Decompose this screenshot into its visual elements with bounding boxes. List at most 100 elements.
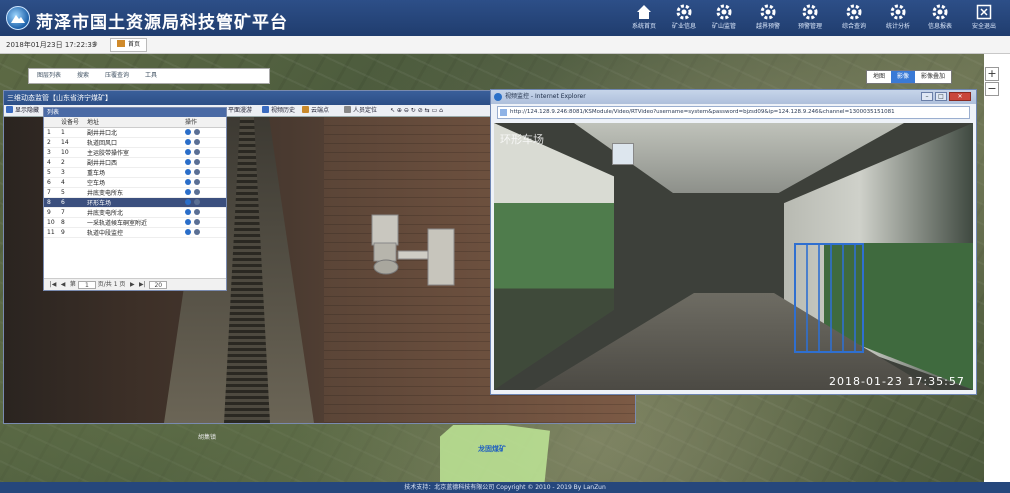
locate-icon[interactable] [194, 198, 200, 205]
last-page-icon[interactable]: ▶| [137, 279, 147, 290]
table-row[interactable]: 4 2 副井井口西 [44, 157, 226, 168]
table-row[interactable]: 1 1 副井井口北 [44, 127, 226, 138]
map-tool-tools[interactable]: 工具 [137, 69, 165, 83]
nav-boundary-alert-label: 越界预警 [755, 23, 780, 30]
play-video-icon[interactable] [185, 158, 191, 165]
play-video-icon[interactable] [185, 148, 191, 155]
nav-mine-supervision[interactable]: 矿山监管 [704, 2, 744, 34]
map-place-label: 胡集镇 [198, 434, 217, 441]
map-type-overlay[interactable]: 影像叠加 [915, 71, 951, 83]
table-row[interactable]: 5 3 重车场 [44, 167, 226, 178]
col-device-id[interactable]: 设备号 [58, 117, 84, 128]
close-button[interactable]: ✕ [949, 92, 971, 101]
map-type-satellite[interactable]: 影像 [891, 71, 916, 83]
col-address[interactable]: 地址 [84, 117, 182, 128]
pagination: |◀ ◀ 第 1 页/共 1 页 ▶ ▶| 20 [44, 278, 226, 290]
nav-query[interactable]: 综合查询 [834, 2, 874, 34]
ie-title-bar[interactable]: 视频监控 - Internet Explorer – □ ✕ [491, 90, 976, 104]
locate-icon[interactable] [194, 208, 200, 215]
page-input[interactable]: 1 [77, 281, 96, 289]
page-total: 页/共 1 页 [97, 281, 126, 288]
page-size-select[interactable]: 20 [149, 281, 168, 289]
first-page-icon[interactable]: |◀ [48, 279, 58, 290]
locate-icon[interactable] [194, 148, 200, 155]
mine-boundary-area[interactable] [440, 425, 550, 483]
play-video-icon[interactable] [185, 168, 191, 175]
play-video-icon[interactable] [185, 138, 191, 145]
tool-personnel[interactable]: 人员定位 [344, 106, 377, 116]
table-row[interactable]: 2 14 轨道回风口 [44, 137, 226, 148]
nav-logout[interactable]: 安全退出 [964, 2, 1004, 34]
map-tool-overlay-query[interactable]: 压覆查询 [97, 69, 137, 83]
locate-icon[interactable] [194, 178, 200, 185]
wall-sign [612, 143, 634, 165]
next-page-icon[interactable]: ▶ [127, 279, 137, 290]
close-tabs-icon[interactable]: ⊗ [92, 40, 98, 48]
camera-model-icon[interactable] [364, 207, 474, 307]
zoom-in-button[interactable]: + [985, 67, 999, 81]
nav-alert-management-label: 预警管理 [797, 23, 822, 30]
globe-logo-icon [6, 6, 30, 30]
locate-icon[interactable] [194, 228, 200, 235]
play-video-icon[interactable] [185, 188, 191, 195]
locate-icon[interactable] [194, 188, 200, 195]
table-row-selected[interactable]: 8 6 环形车场 [44, 197, 226, 208]
locate-icon[interactable] [194, 168, 200, 175]
nav-home[interactable]: 系统首页 [624, 2, 664, 34]
tool-icons[interactable]: ↖ ⊕ ⊖ ↻ ⊘ ⇆ ▭ ⌂ [390, 106, 443, 116]
table-row[interactable]: 10 8 一采轨道候车硐室附近 [44, 217, 226, 228]
tool-show-hide[interactable]: 显示隐藏 [6, 106, 39, 116]
locate-icon[interactable] [194, 138, 200, 145]
map-type-switcher: 地图 影像 影像叠加 [866, 70, 953, 84]
top-header: 菏泽市国土资源局科技管矿平台 系统首页 矿业信息 矿山监管 越界预警 预警管理 … [0, 0, 1010, 36]
page-prefix: 第 [69, 281, 76, 288]
table-row[interactable]: 11 9 轨道中段监控 [44, 227, 226, 238]
prev-page-icon[interactable]: ◀ [58, 279, 68, 290]
locate-icon[interactable] [194, 128, 200, 135]
minimize-button[interactable]: – [921, 92, 933, 101]
home-icon [637, 5, 651, 19]
tool-first-person[interactable]: 视频历史 [262, 106, 295, 116]
nav-reports[interactable]: 信息报表 [920, 2, 960, 34]
nav-reports-label: 信息报表 [927, 23, 952, 30]
ie-icon [494, 93, 502, 101]
sub-bar: 2018年01月23日 17:22:33 ⊗ 首页 [0, 36, 1010, 54]
map-tool-layers[interactable]: 图层列表 [29, 69, 69, 83]
tool-cloud-point[interactable]: 云端点 [302, 106, 329, 116]
live-video-feed[interactable]: 环形车场 2018-01-23 17:35:57 [494, 123, 973, 390]
nav-home-label: 系统首页 [631, 23, 656, 30]
address-bar[interactable]: http://124.128.9.246:8081/KSModule/Video… [497, 106, 970, 119]
zoom-out-button[interactable]: − [985, 82, 999, 96]
nav-boundary-alert[interactable]: 越界预警 [748, 2, 788, 34]
maximize-button[interactable]: □ [935, 92, 947, 101]
play-video-icon[interactable] [185, 198, 191, 205]
map-type-map[interactable]: 地图 [867, 71, 891, 83]
gear-icon [846, 4, 862, 20]
device-table-header: 设备号 地址 操作 [44, 117, 226, 128]
gear-icon [802, 4, 818, 20]
table-row[interactable]: 7 5 井底变电所东 [44, 187, 226, 198]
nav-statistics[interactable]: 统计分析 [878, 2, 918, 34]
tab-home[interactable]: 首页 [110, 38, 148, 52]
nav-mine-info[interactable]: 矿业信息 [664, 2, 704, 34]
gear-icon [760, 4, 776, 20]
nav-query-label: 综合查询 [841, 23, 866, 30]
tab-home-label: 首页 [128, 41, 141, 48]
map-right-strip [984, 54, 1010, 482]
play-video-icon[interactable] [185, 178, 191, 185]
tool-plane-roam[interactable]: 平面漫游 [228, 106, 252, 116]
device-list-panel: 列表 设备号 地址 操作 1 1 副井井口北 2 14 轨道回风口 3 10 主运胶带操作室… [43, 107, 227, 291]
table-row[interactable]: 6 4 空车场 [44, 177, 226, 188]
play-video-icon[interactable] [185, 128, 191, 135]
gear-icon [932, 4, 948, 20]
table-row[interactable]: 9 7 井底变电所北 [44, 207, 226, 218]
play-video-icon[interactable] [185, 228, 191, 235]
play-video-icon[interactable] [185, 208, 191, 215]
table-row[interactable]: 3 10 主运胶带操作室 [44, 147, 226, 158]
play-video-icon[interactable] [185, 218, 191, 225]
locate-icon[interactable] [194, 158, 200, 165]
locate-icon[interactable] [194, 218, 200, 225]
nav-alert-management[interactable]: 预警管理 [790, 2, 830, 34]
map-tool-search[interactable]: 搜索 [69, 69, 97, 83]
device-list-title: 列表 [44, 108, 226, 117]
